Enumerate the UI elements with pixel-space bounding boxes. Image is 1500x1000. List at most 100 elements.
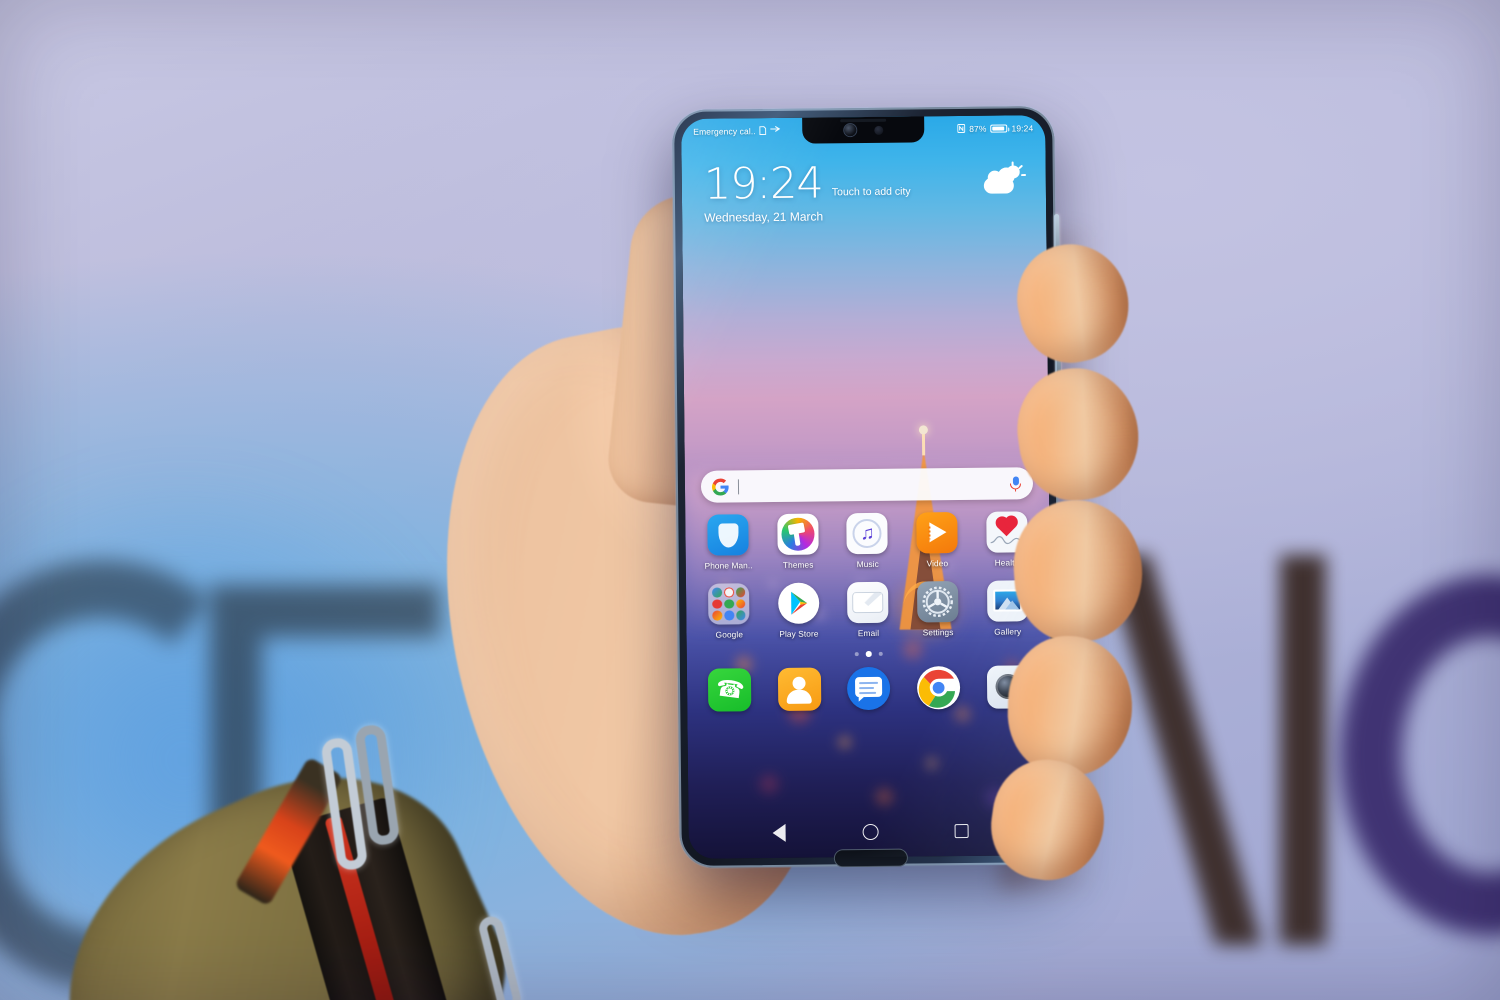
mini-icon-maps [735, 587, 746, 598]
app-label: Themes [782, 559, 814, 570]
home-screen-apps: Phone Man.. Themes ♫ Music Video Health … [685, 511, 1051, 712]
battery-fill [992, 126, 1005, 131]
mini-icon-youtube [712, 599, 723, 609]
dock: ☎ [687, 664, 1051, 712]
bokeh-light [833, 731, 856, 754]
settings-gear-icon[interactable] [917, 581, 959, 623]
dock-app-chrome[interactable] [911, 665, 965, 709]
chrome-glyph [918, 669, 956, 708]
sim-card-icon [759, 125, 767, 137]
mini-icon-messages [724, 610, 735, 621]
earpiece-speaker [840, 118, 887, 122]
shield-shape [718, 522, 739, 548]
phone-screen[interactable]: Emergency cal.. 87% 19:24 19:24 Touch to… [681, 115, 1053, 859]
page-dot[interactable] [854, 651, 860, 657]
mini-icon-photos [712, 610, 723, 621]
phone-manager-icon[interactable] [707, 514, 750, 556]
carrier-label: Emergency cal.. [693, 126, 756, 137]
nfc-icon [957, 123, 966, 134]
phone-dialer-icon[interactable]: ☎ [708, 667, 752, 712]
home-circle-icon[interactable] [860, 822, 880, 842]
partly-cloudy-icon[interactable] [983, 161, 1027, 195]
music-note-glyph: ♫ [860, 522, 875, 544]
play-store-glyph [790, 591, 808, 615]
speech-bubble [855, 676, 883, 697]
google-search-bar[interactable] [700, 467, 1034, 503]
app-label: Phone Man.. [704, 560, 753, 571]
film-perforations [928, 526, 932, 540]
app-row-2: Google Play Store Email Settings Gallery [686, 580, 1051, 640]
music-icon[interactable]: ♫ [846, 512, 889, 555]
bubble-line [859, 691, 877, 694]
dock-app-contacts[interactable] [772, 666, 826, 711]
front-camera-icon [843, 124, 856, 137]
email-icon[interactable] [847, 581, 889, 624]
dock-app-messages[interactable] [842, 666, 896, 710]
app-phone-manager[interactable]: Phone Man.. [701, 514, 756, 571]
status-bar-left: Emergency cal.. [693, 125, 781, 137]
app-music[interactable]: ♫ Music [840, 512, 895, 570]
handset-glyph: ☎ [714, 674, 746, 704]
fingerprint-home-button[interactable] [833, 848, 908, 868]
messages-icon[interactable] [847, 666, 891, 710]
app-row-1: Phone Man.. Themes ♫ Music Video Health [685, 511, 1050, 571]
app-video[interactable]: Video [910, 512, 965, 569]
status-bar-clock: 19:24 [1011, 123, 1034, 134]
person-body [787, 689, 813, 704]
app-play-store[interactable]: Play Store [771, 582, 826, 639]
recents-glyph [954, 823, 969, 839]
app-label: Google [715, 629, 744, 640]
contacts-icon[interactable] [777, 666, 822, 711]
clock-weather-widget[interactable]: 19:24 Touch to add city Wednesday, 21 Ma… [703, 158, 1029, 225]
gear-glyph [922, 586, 953, 617]
clock-row: 19:24 Touch to add city [703, 158, 1028, 210]
app-label: Gallery [994, 626, 1022, 637]
bubble-line [859, 686, 875, 689]
back-triangle-icon[interactable] [770, 823, 790, 843]
app-label: Settings [922, 627, 954, 638]
mountain-shape [1004, 600, 1019, 610]
status-bar-right: 87% 19:24 [957, 123, 1033, 135]
mini-icon-drive [735, 598, 746, 609]
mini-icon-duo [724, 599, 734, 609]
smartphone[interactable]: Emergency cal.. 87% 19:24 19:24 Touch to… [672, 106, 1062, 868]
sun-ray [1021, 174, 1027, 176]
chrome-icon[interactable] [916, 665, 961, 709]
page-dot-active[interactable] [865, 650, 872, 657]
app-label: Music [856, 558, 879, 570]
google-g-icon [711, 478, 729, 496]
dock-app-phone[interactable]: ☎ [703, 667, 757, 712]
page-dot[interactable] [878, 651, 884, 656]
app-label: Video [926, 558, 949, 569]
tower-spire [921, 433, 926, 456]
bubble-line [859, 681, 879, 684]
page-indicator [687, 649, 1051, 658]
data-transfer-icon [770, 125, 781, 136]
battery-icon [990, 124, 1008, 133]
display-notch [802, 116, 925, 144]
app-google-folder[interactable]: Google [702, 583, 757, 640]
home-glyph [862, 823, 879, 841]
cloud-shape [983, 177, 1014, 194]
widget-clock-time: 19:24 [703, 158, 824, 210]
microphone-icon[interactable] [1009, 475, 1022, 492]
themes-icon[interactable] [777, 513, 819, 555]
app-settings[interactable]: Settings [911, 581, 966, 638]
app-themes[interactable]: Themes [771, 513, 826, 570]
search-input[interactable] [739, 468, 1009, 503]
back-glyph [772, 823, 787, 843]
proximity-sensor [873, 125, 883, 135]
play-triangle [929, 522, 947, 543]
bokeh-light [920, 752, 943, 775]
mini-icon-chrome [712, 587, 723, 598]
bokeh-light [870, 782, 899, 811]
tower-beacon [918, 425, 928, 435]
video-icon[interactable] [916, 512, 958, 554]
add-city-label[interactable]: Touch to add city [832, 185, 911, 204]
app-label: Play Store [779, 628, 819, 639]
battery-percent-label: 87% [969, 123, 987, 134]
google-folder-icon[interactable] [708, 583, 750, 625]
app-email[interactable]: Email [841, 581, 896, 639]
play-store-icon[interactable] [777, 582, 820, 624]
recents-square-icon[interactable] [951, 821, 971, 841]
